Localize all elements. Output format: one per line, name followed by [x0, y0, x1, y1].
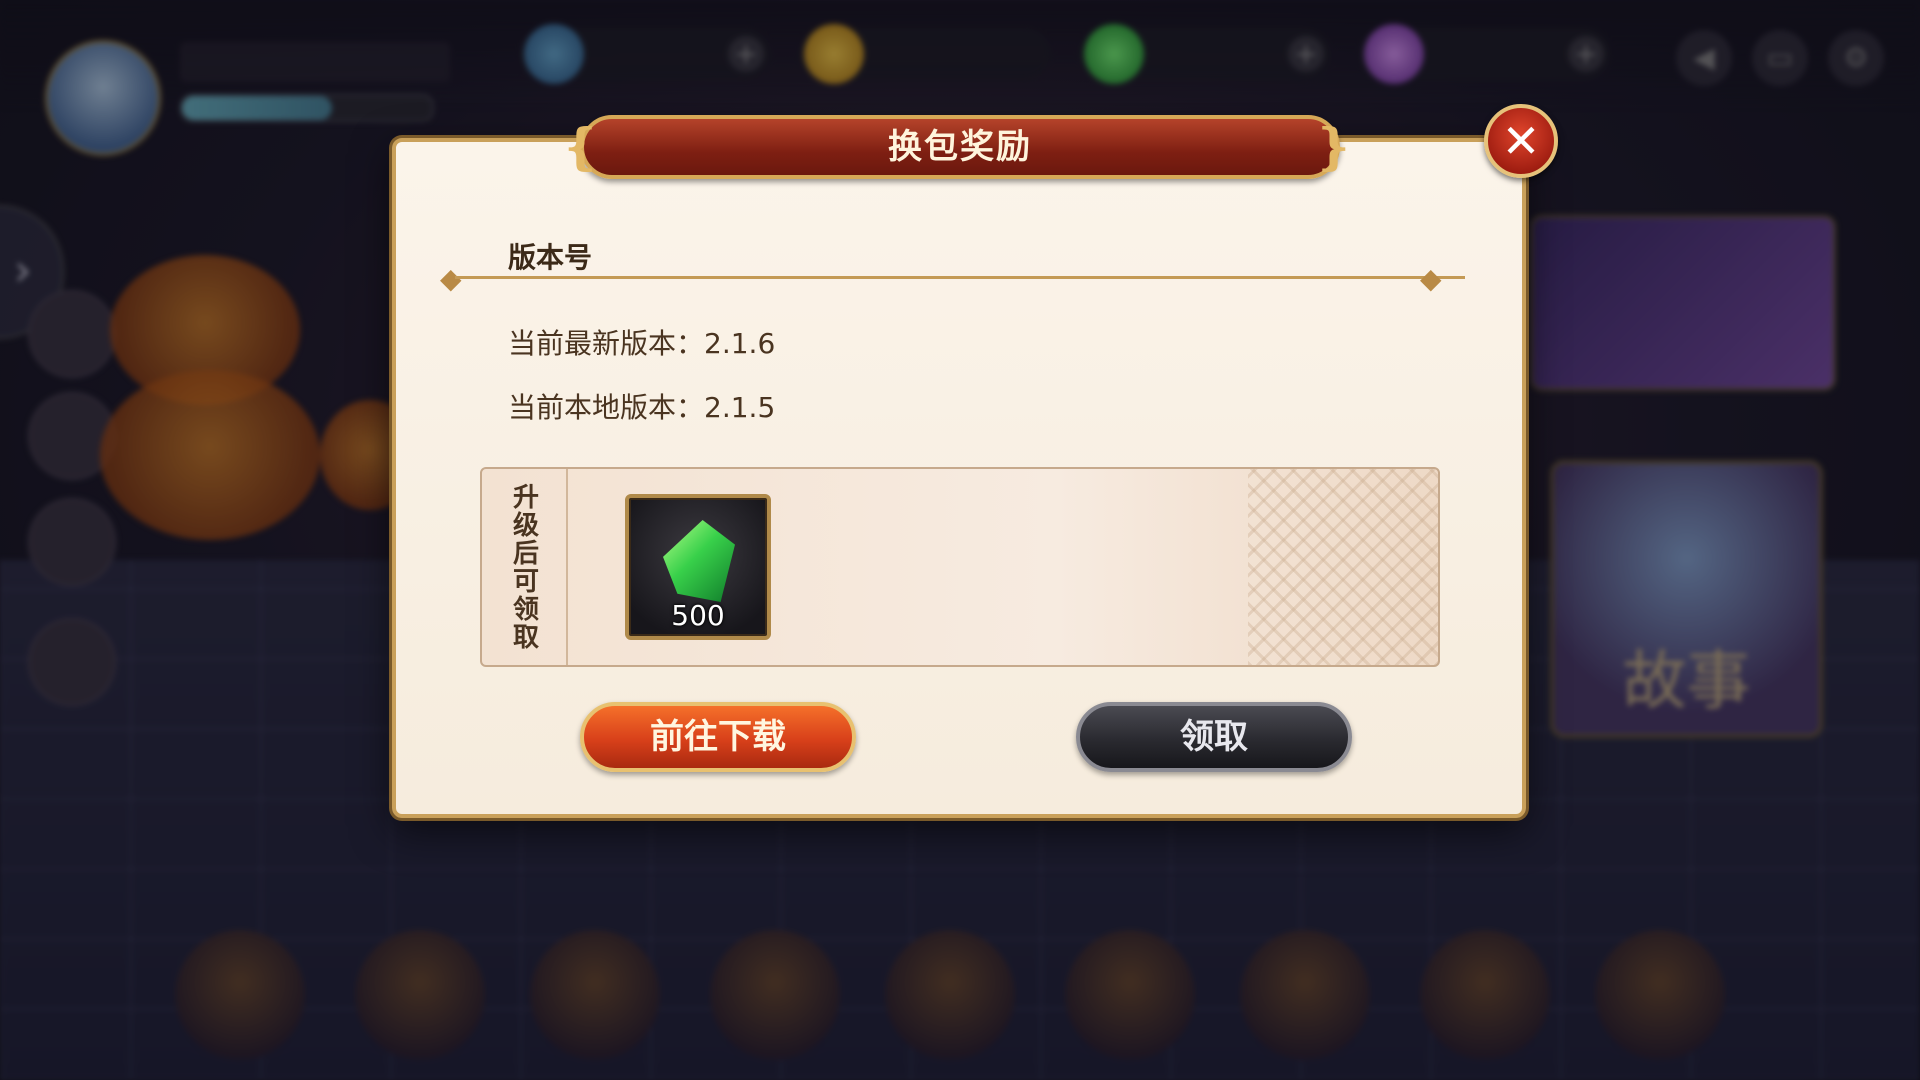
reward-side-label: 升级后可领取	[508, 483, 539, 651]
reward-item-slot[interactable]: 500	[625, 494, 771, 640]
go-download-button[interactable]: 前往下载	[580, 702, 856, 772]
reward-panel-pattern	[1248, 469, 1438, 665]
reward-panel: 升级后可领取	[480, 467, 1440, 667]
local-version-label: 当前本地版本：	[508, 391, 705, 424]
latest-version-label: 当前最新版本：	[508, 327, 705, 360]
reward-side-label-box: 升级后可领取	[482, 469, 568, 665]
green-crystal-icon	[663, 520, 735, 602]
latest-version-row: 当前最新版本：2.1.6	[508, 322, 775, 362]
close-button[interactable]: ✕	[1484, 104, 1558, 178]
local-version-row: 当前本地版本：2.1.5	[508, 386, 775, 426]
reward-item-count: 500	[671, 599, 725, 632]
local-version-value: 2.1.5	[704, 391, 776, 424]
claim-button[interactable]: 领取	[1076, 702, 1352, 772]
close-icon: ✕	[1501, 114, 1541, 168]
dialog-title: 换包奖励	[888, 127, 1032, 167]
latest-version-value: 2.1.6	[704, 327, 776, 360]
divider-ornament-right: ◆	[1420, 262, 1442, 295]
version-section-label: 版本号	[508, 241, 593, 274]
section-divider	[455, 276, 1465, 279]
